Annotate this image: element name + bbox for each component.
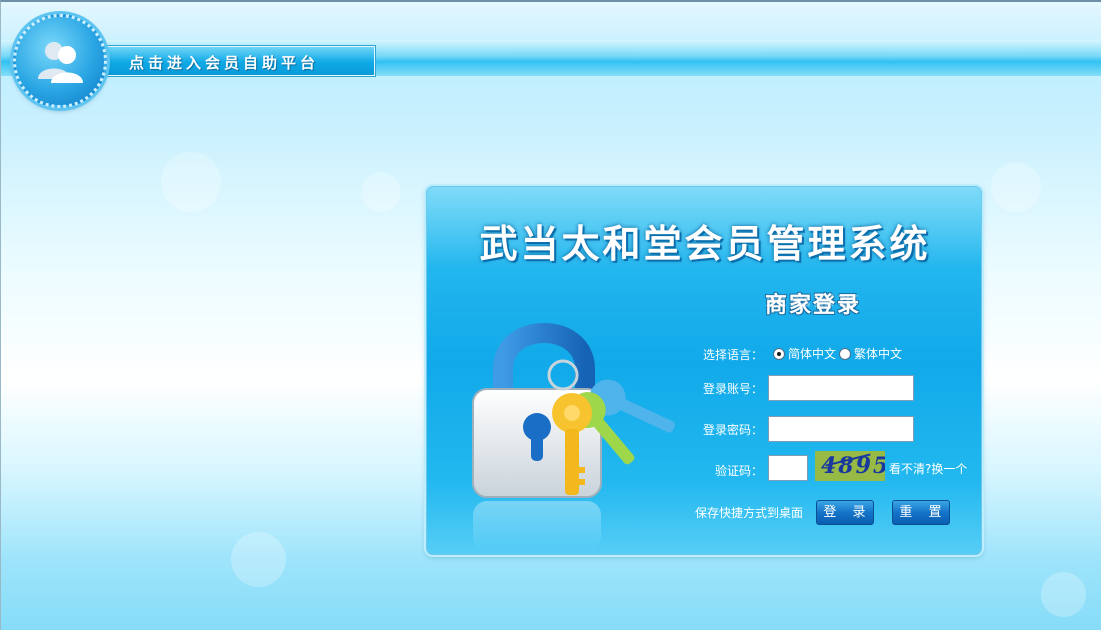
background-bokeh	[231, 532, 286, 587]
account-label: 登录账号：	[702, 382, 763, 396]
merchant-login-title-reflection: 商家登录	[765, 292, 862, 308]
background-bokeh	[991, 162, 1041, 212]
captcha-label: 验证码：	[714, 464, 763, 478]
password-input[interactable]	[768, 416, 914, 442]
captcha-refresh-link[interactable]: 看不清?换一个	[889, 460, 967, 477]
radio-simplified-label: 简体中文	[788, 347, 837, 361]
reset-button[interactable]: 重 置	[892, 500, 950, 525]
radio-traditional-label: 繁体中文	[854, 347, 903, 361]
member-platform-link[interactable]: 点击进入会员自助平台	[129, 52, 319, 73]
radio-traditional-chinese[interactable]: 繁体中文	[839, 345, 902, 362]
login-panel: 武当太和堂会员管理系统 商家登录 商家登录 选择语言： 简体中文 繁体中文 登录…	[426, 186, 982, 555]
radio-simplified-chinese[interactable]: 简体中文	[773, 345, 836, 362]
captcha-input[interactable]	[768, 455, 808, 481]
background-bokeh	[1041, 572, 1086, 617]
captcha-image[interactable]: 4895	[815, 451, 885, 481]
users-icon-badge[interactable]	[13, 14, 107, 108]
system-title: 武当太和堂会员管理系统	[479, 222, 931, 266]
background-bokeh	[161, 152, 221, 212]
language-label: 选择语言：	[702, 348, 763, 362]
save-shortcut-link[interactable]: 保存快捷方式到桌面	[695, 504, 803, 521]
lock-keys-icon	[472, 323, 676, 551]
login-button[interactable]: 登 录	[816, 500, 874, 525]
radio-button-selected[interactable]	[773, 347, 785, 360]
users-icon	[38, 42, 83, 83]
radio-button[interactable]	[839, 347, 851, 360]
account-input[interactable]	[768, 375, 914, 401]
background-bokeh	[361, 172, 401, 212]
password-label: 登录密码：	[702, 423, 763, 437]
